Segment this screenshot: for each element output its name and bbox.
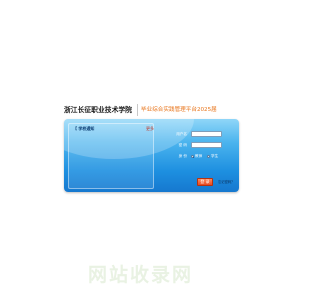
watermark-text: 网站收录网	[88, 264, 194, 286]
identity-row: 身 份 教师 学生	[172, 153, 236, 160]
password-row: 密 码	[172, 142, 236, 149]
notice-more-link[interactable]: 更多	[146, 126, 154, 132]
school-name: 浙江长征职业技术学院	[64, 106, 132, 114]
identity-label: 身 份	[178, 154, 187, 158]
username-row: 用户名	[172, 131, 236, 138]
username-label: 用户名	[176, 132, 187, 136]
login-button[interactable]: 登 录	[197, 178, 213, 186]
password-label: 密 码	[178, 143, 187, 147]
identity-radio-student[interactable]	[207, 155, 210, 158]
platform-name: 毕业综合实践管理平台2025届	[141, 107, 217, 113]
header-divider	[137, 104, 138, 116]
notice-title: 【 学校通知	[73, 126, 95, 131]
login-panel: 【 学校通知 更多 用户名 密 码 身 份 教师 学生 登 录 忘记密码？	[64, 119, 239, 192]
site-header: 浙江长征职业技术学院 毕业综合实践管理平台2025届	[64, 102, 239, 118]
identity-radio-teacher[interactable]	[191, 155, 194, 158]
notice-box: 【 学校通知 更多	[68, 123, 154, 189]
identity-option-teacher-label: 教师	[195, 154, 203, 158]
identity-radio-group: 教师 学生	[191, 153, 235, 160]
username-input[interactable]	[191, 131, 222, 137]
identity-option-student-label: 学生	[211, 154, 219, 158]
login-form: 用户名 密 码 身 份 教师 学生 登 录 忘记密码？	[172, 131, 236, 191]
forgot-password-link[interactable]: 忘记密码？	[218, 180, 238, 185]
password-input[interactable]	[191, 142, 222, 148]
